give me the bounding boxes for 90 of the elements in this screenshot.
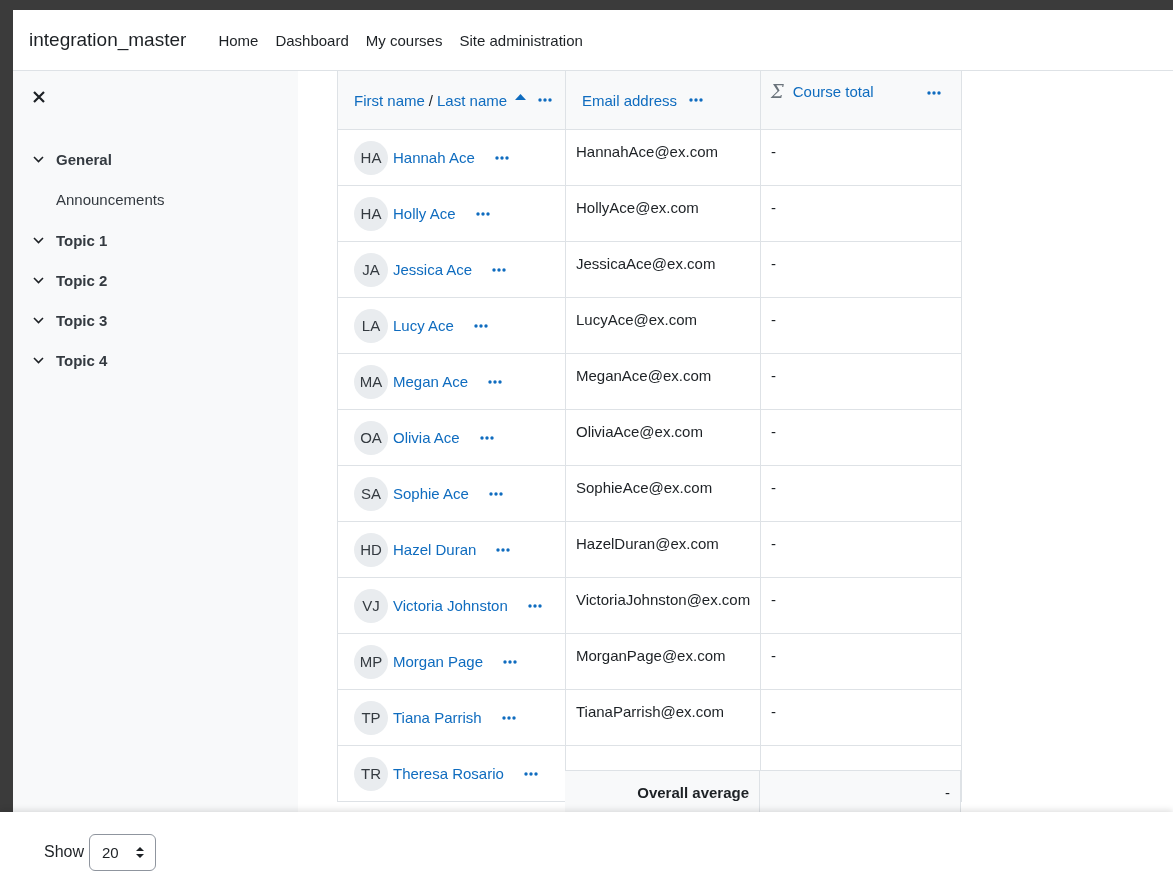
grade-text: - [771,143,776,160]
user-name-link[interactable]: Morgan Page [393,653,484,670]
summary-label: Overall average [637,783,749,801]
grade-text: - [771,535,776,552]
section-link[interactable]: Topic 4 [56,351,108,369]
show-label: Show [44,843,85,861]
section-link[interactable]: General [56,150,112,168]
user-initials-avatar: MA [354,364,388,399]
column-sort-link[interactable]: Last name [437,91,508,109]
user-initials-avatar: LA [354,308,388,343]
user-name-link[interactable]: Hannah Ace [393,149,475,166]
email-text: HazelDuran@ex.com [576,535,719,552]
more-icon[interactable] [496,547,511,552]
email-text: MeganAce@ex.com [576,367,712,384]
user-name-link[interactable]: Jessica Ace [393,261,473,278]
close-icon[interactable] [33,91,45,103]
nav-link[interactable]: Dashboard [275,31,349,49]
more-icon[interactable] [523,771,538,776]
grade-text: - [771,255,776,272]
section-link[interactable]: Topic 1 [56,231,108,249]
column-sort-link[interactable]: Email address [582,91,678,109]
chevron-down-icon[interactable] [33,316,44,324]
activity-link[interactable]: Announcements [56,191,165,208]
more-icon[interactable] [501,715,516,720]
sort-ascending-icon[interactable] [515,94,527,100]
grade-text: - [771,367,776,384]
sigma-icon: Σ [771,83,784,101]
grade-text: - [771,199,776,216]
more-icon[interactable] [479,435,494,440]
email-text: OliviaAce@ex.com [576,423,703,440]
user-name-link[interactable]: Lucy Ace [393,317,454,334]
nav-link[interactable]: My courses [365,31,443,49]
grade-text: - [771,311,776,328]
column-sort-link[interactable]: Course total [792,83,874,100]
user-name-link[interactable]: Sophie Ace [393,485,469,502]
more-icon[interactable] [488,491,503,496]
user-initials-avatar: VJ [354,588,388,623]
chevron-down-icon[interactable] [33,236,44,244]
summary-value: - [945,783,950,801]
section-link[interactable]: Topic 2 [56,271,108,289]
more-icon[interactable] [689,98,704,102]
chevron-down-icon[interactable] [33,276,44,284]
email-text: MorganPage@ex.com [576,647,726,664]
more-icon[interactable] [492,267,507,272]
section-link[interactable]: Topic 3 [56,311,108,329]
user-name-link[interactable]: Holly Ace [393,205,456,222]
nav-link[interactable]: Home [218,31,259,49]
email-text: SophieAce@ex.com [576,479,713,496]
user-initials-avatar: OA [354,420,388,455]
grade-text: - [771,647,776,664]
user-name-link[interactable]: Victoria Johnston [393,597,508,614]
email-text: HollyAce@ex.com [576,199,699,216]
site-name[interactable]: integration_master [29,29,187,51]
grade-text: - [771,479,776,496]
more-icon[interactable] [503,659,518,664]
email-text: HannahAce@ex.com [576,143,718,160]
user-name-link[interactable]: Olivia Ace [393,429,460,446]
grade-text: - [771,591,776,608]
more-icon[interactable] [927,91,941,95]
user-name-link[interactable]: Hazel Duran [393,541,477,558]
page-size-select[interactable]: 20 [89,833,157,871]
nav-link[interactable]: Site administration [459,31,583,49]
user-initials-avatar: HA [354,140,388,175]
user-name-link[interactable]: Tiana Parrish [393,709,482,726]
user-initials-avatar: MP [354,644,388,679]
user-initials-avatar: HD [354,532,388,567]
user-name-link[interactable]: Theresa Rosario [393,765,504,782]
email-text: LucyAce@ex.com [576,311,698,328]
chevron-down-icon[interactable] [33,155,44,163]
more-icon[interactable] [488,379,503,384]
chevron-down-icon[interactable] [33,356,44,364]
user-initials-avatar: JA [354,252,388,287]
column-sort-link[interactable]: First name [354,91,425,109]
user-initials-avatar: HA [354,196,388,231]
email-text: TianaParrish@ex.com [576,703,725,720]
more-icon[interactable] [538,98,553,102]
up-down-arrow-icon [136,846,145,858]
email-text: JessicaAce@ex.com [576,255,716,272]
user-name-link[interactable]: Megan Ace [393,373,469,390]
user-initials-avatar: SA [354,476,388,511]
user-initials-avatar: TP [354,700,388,735]
email-text: VictoriaJohnston@ex.com [576,591,751,608]
more-icon[interactable] [494,155,509,160]
grade-text: - [771,703,776,720]
more-icon[interactable] [473,323,488,328]
user-initials-avatar: TR [354,756,388,791]
separator-text: / [428,91,434,109]
more-icon[interactable] [527,603,542,608]
grade-text: - [771,423,776,440]
more-icon[interactable] [475,211,490,216]
